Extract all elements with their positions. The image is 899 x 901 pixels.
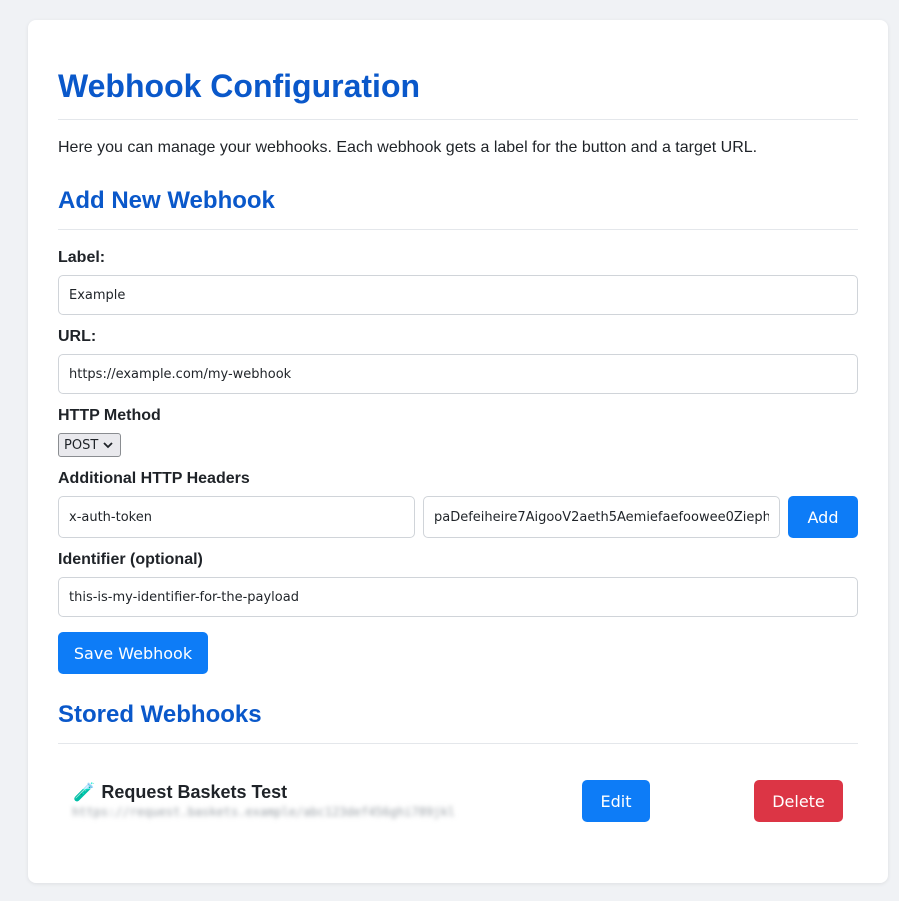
add-webhook-heading: Add New Webhook xyxy=(58,187,275,214)
add-header-button[interactable]: Add xyxy=(788,496,858,538)
intro-text: Here you can manage your webhooks. Each … xyxy=(58,139,758,156)
webhook-item-url: https://request.baskets.example/abc123de… xyxy=(72,805,455,819)
http-method-select[interactable]: POST xyxy=(58,433,121,457)
identifier-label: Identifier (optional) xyxy=(58,551,203,568)
page-title: Webhook Configuration xyxy=(58,68,421,104)
header-value-input[interactable] xyxy=(423,496,780,538)
identifier-input[interactable] xyxy=(58,577,858,617)
header-name-input[interactable] xyxy=(58,496,415,538)
test-tube-icon: 🧪 xyxy=(73,782,96,802)
edit-webhook-button[interactable]: Edit xyxy=(582,780,650,822)
label-input[interactable] xyxy=(58,275,858,315)
delete-webhook-button[interactable]: Delete xyxy=(754,780,843,822)
title-divider xyxy=(58,119,858,120)
webhook-item-title: 🧪 Request Baskets Test xyxy=(73,782,287,803)
webhook-item-name: Request Baskets Test xyxy=(101,782,288,802)
http-method-value: POST xyxy=(64,437,99,453)
chevron-down-icon xyxy=(103,440,113,451)
url-input[interactable] xyxy=(58,354,858,394)
add-webhook-divider xyxy=(58,229,858,230)
stored-webhooks-heading: Stored Webhooks xyxy=(58,701,262,728)
http-method-label: HTTP Method xyxy=(58,407,161,424)
webhook-config-card: Webhook Configuration Here you can manag… xyxy=(28,20,888,883)
label-field-label: Label: xyxy=(58,249,106,266)
url-field-label: URL: xyxy=(58,328,97,345)
stored-webhooks-divider xyxy=(58,743,858,744)
save-webhook-button[interactable]: Save Webhook xyxy=(58,632,208,674)
headers-label: Additional HTTP Headers xyxy=(58,470,250,487)
